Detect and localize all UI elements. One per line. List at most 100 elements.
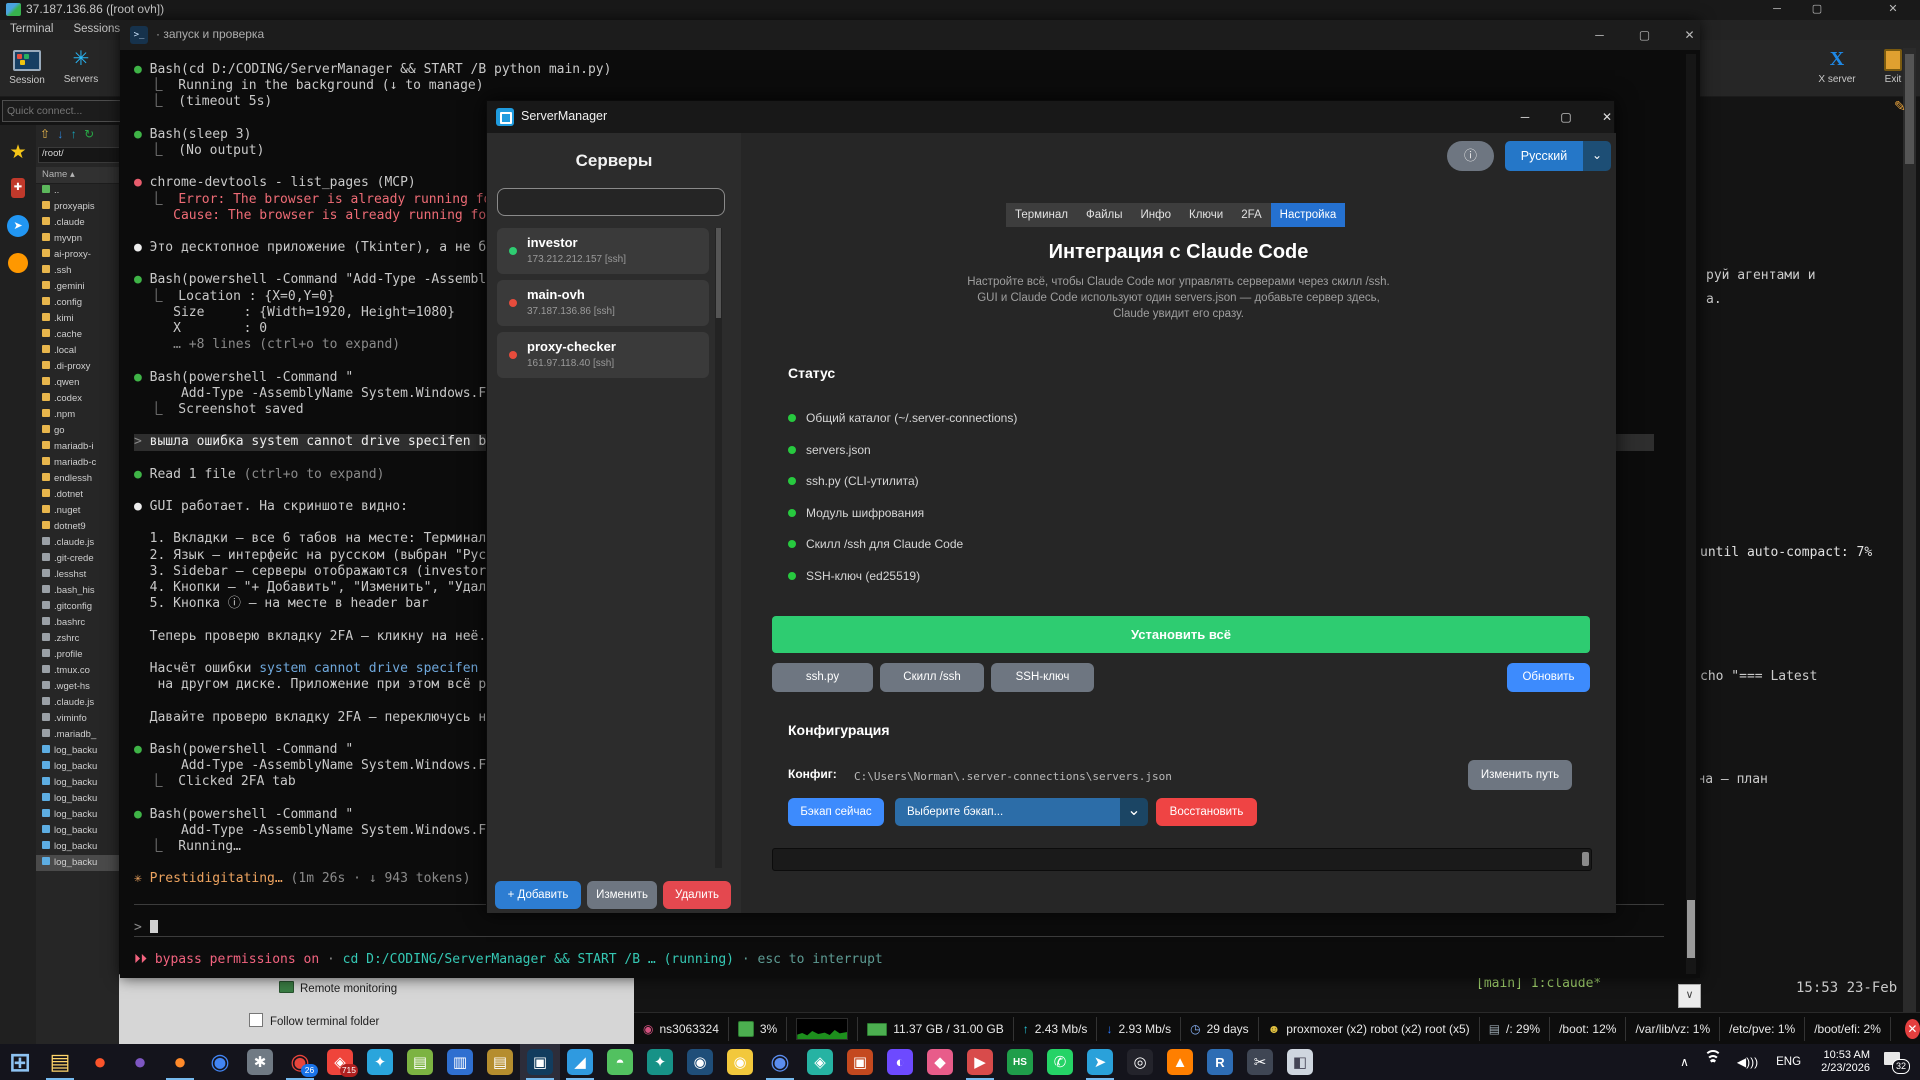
taskbar-android-emulator-icon[interactable]: ◓	[600, 1044, 640, 1080]
server-item-main-ovh[interactable]: main-ovh 37.187.136.86 [ssh]	[497, 280, 709, 326]
file-row[interactable]: .profile	[36, 647, 119, 663]
file-row[interactable]: .claude	[36, 215, 119, 231]
menu-terminal[interactable]: Terminal	[0, 20, 63, 38]
taskbar-paint-icon[interactable]: ◧	[1280, 1044, 1320, 1080]
maximize-icon[interactable]: ▢	[1622, 20, 1667, 50]
taskbar-firefox-browser-icon[interactable]: ●	[160, 1044, 200, 1080]
tab-настройка[interactable]: Настройка	[1270, 203, 1346, 227]
monitor-segment-none[interactable]: /boot: 12%	[1550, 1017, 1627, 1041]
file-row[interactable]: .dotnet	[36, 487, 119, 503]
server-item-proxy-checker[interactable]: proxy-checker 161.97.118.40 [ssh]	[497, 332, 709, 378]
servermanager-titlebar[interactable]: ServerManager ─ ▢ ✕	[487, 101, 1614, 133]
taskbar-quick-snip-icon[interactable]: ✂	[1240, 1044, 1280, 1080]
install-skill-button[interactable]: Скилл /ssh	[880, 663, 984, 692]
taskbar-hs-app-icon[interactable]: HS	[1000, 1044, 1040, 1080]
backup-now-button[interactable]: Бэкап сейчас	[788, 798, 884, 826]
file-row[interactable]: endlessh	[36, 471, 119, 487]
taskbar-skype-icon[interactable]: ✦	[360, 1044, 400, 1080]
file-row[interactable]: log_backu	[36, 775, 119, 791]
server-item-investor[interactable]: investor 173.212.212.157 [ssh]	[497, 228, 709, 274]
scroll-down-button[interactable]: ∨	[1678, 984, 1701, 1008]
taskbar-chrome-browser-icon[interactable]: ◉	[200, 1044, 240, 1080]
file-row[interactable]: .bashrc	[36, 615, 119, 631]
taskbar-start-icon[interactable]: ⊞	[0, 1044, 40, 1080]
file-row[interactable]: .lesshst	[36, 567, 119, 583]
terminal-titlebar[interactable]: >_ · запуск и проверка ─ ▢ ✕	[120, 20, 1700, 50]
speaker-icon[interactable]: ◀)))	[1737, 1055, 1758, 1069]
monitor-close-button[interactable]: ✕	[1904, 1019, 1920, 1039]
monitor-segment-down[interactable]: ↓ 2.93 Mb/s	[1097, 1017, 1182, 1041]
file-row[interactable]: .mariadb_	[36, 727, 119, 743]
taskbar-brave-browser-icon[interactable]: ●	[80, 1044, 120, 1080]
close-icon[interactable]: ✕	[1587, 101, 1627, 133]
monitor-segment-graph[interactable]	[787, 1017, 859, 1041]
file-row[interactable]: .codex	[36, 391, 119, 407]
monitor-segment-ram[interactable]: 11.37 GB / 31.00 GB	[858, 1017, 1014, 1041]
file-row[interactable]: ..	[36, 183, 119, 199]
taskbar-folder-app-icon[interactable]: ▤	[480, 1044, 520, 1080]
file-row[interactable]: log_backu	[36, 839, 119, 855]
taskbar-telegram-icon[interactable]: ➤	[1080, 1044, 1120, 1080]
taskbar-powerpoint-icon[interactable]: ▣	[840, 1044, 880, 1080]
taskbar-tor-browser-icon[interactable]: ●	[120, 1044, 160, 1080]
file-row[interactable]: .wget-hs	[36, 679, 119, 695]
file-row[interactable]: log_backu	[36, 759, 119, 775]
refresh-icon[interactable]: ↻	[84, 127, 94, 141]
terminal-scrollbar[interactable]	[1686, 54, 1696, 974]
taskbar-chrome-profile-badge-icon[interactable]: ◉ 26	[280, 1044, 320, 1080]
log-scrollbar-thumb[interactable]	[1582, 852, 1589, 866]
file-row[interactable]: log_backu	[36, 823, 119, 839]
file-row[interactable]: .npm	[36, 407, 119, 423]
tab-2fa[interactable]: 2FA	[1232, 203, 1270, 227]
tab-файлы[interactable]: Файлы	[1077, 203, 1132, 227]
tools-knife-icon[interactable]: ✚	[0, 177, 36, 198]
taskbar-obs-studio-icon[interactable]: ◎	[1120, 1044, 1160, 1080]
folder-up-icon[interactable]: ⇧	[40, 127, 50, 141]
monitor-segment-disk[interactable]: ▤ /: 29%	[1480, 1017, 1551, 1041]
delete-server-button[interactable]: Удалить	[663, 881, 731, 909]
file-row[interactable]: .qwen	[36, 375, 119, 391]
clock[interactable]: 10:53 AM 2/23/2026	[1821, 1049, 1870, 1075]
monitor-segment-users[interactable]: ☻ proxmoxer (x2) robot (x2) root (x5)	[1259, 1017, 1480, 1041]
servers-button[interactable]: ✳ Servers	[56, 44, 106, 85]
file-row[interactable]: dotnet9	[36, 519, 119, 535]
tray-expand-icon[interactable]: ∧	[1680, 1055, 1689, 1069]
minimize-icon[interactable]: ─	[1505, 101, 1545, 133]
file-row[interactable]: .zshrc	[36, 631, 119, 647]
install-sshpy-button[interactable]: ssh.py	[772, 663, 873, 692]
telegram-icon[interactable]: ➤	[0, 215, 36, 237]
taskbar-notepad-green-icon[interactable]: ▤	[400, 1044, 440, 1080]
monitor-segment-up[interactable]: ↑ 2.43 Mb/s	[1014, 1017, 1098, 1041]
file-row[interactable]: .local	[36, 343, 119, 359]
follow-terminal-folder-checkbox[interactable]: Follow terminal folder	[249, 1013, 379, 1028]
file-row[interactable]: log_backu	[36, 807, 119, 823]
taskbar-duckduckgo-icon[interactable]: ◉	[720, 1044, 760, 1080]
file-row[interactable]: .gitconfig	[36, 599, 119, 615]
terminal-input-line[interactable]: >	[134, 919, 1694, 936]
file-row[interactable]: .di-proxy	[36, 359, 119, 375]
install-sshkey-button[interactable]: SSH-ключ	[991, 663, 1094, 692]
minimize-icon[interactable]: ─	[1577, 20, 1622, 50]
upload-icon[interactable]: ↑	[71, 127, 77, 141]
file-row[interactable]: log_backu	[36, 791, 119, 807]
x-server-button[interactable]: X X server	[1812, 44, 1862, 85]
add-server-button[interactable]: + Добавить	[495, 881, 581, 909]
taskbar-settings-gear-icon[interactable]: ✱	[240, 1044, 280, 1080]
file-row[interactable]: .git-crede	[36, 551, 119, 567]
close-icon[interactable]: ✕	[1876, 0, 1910, 19]
quick-connect-input[interactable]	[2, 100, 126, 122]
maximize-icon[interactable]: ▢	[1546, 101, 1586, 133]
info-button[interactable]: ⓘ	[1447, 141, 1494, 171]
file-row[interactable]: log_backu	[36, 743, 119, 759]
file-row[interactable]: .ssh	[36, 263, 119, 279]
file-row[interactable]: .nuget	[36, 503, 119, 519]
monitor-segment-debian[interactable]: ◉ ns3063324	[634, 1017, 729, 1041]
pencil-icon[interactable]: ✎	[1894, 98, 1906, 115]
file-row[interactable]: .tmux.co	[36, 663, 119, 679]
file-list-header[interactable]: Name ▴	[36, 167, 119, 184]
server-list-scrollbar[interactable]	[715, 228, 722, 868]
taskbar-teal-tool-icon[interactable]: ◈	[800, 1044, 840, 1080]
session-button[interactable]: Session	[2, 44, 52, 86]
taskbar-r-studio-icon[interactable]: R	[1200, 1044, 1240, 1080]
taskbar-vlc-icon[interactable]: ▲	[1160, 1044, 1200, 1080]
